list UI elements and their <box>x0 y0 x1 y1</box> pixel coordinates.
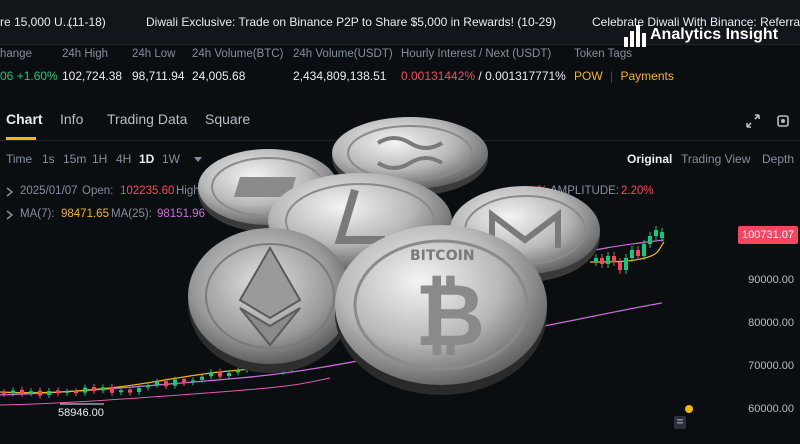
notification-dot-icon <box>685 405 693 413</box>
ethereum-coin-icon <box>188 228 352 373</box>
low-price-marker: 58946.00 <box>58 407 104 419</box>
price-axis: 90000.00 80000.00 70000.00 60000.00 <box>734 172 800 444</box>
price-tick-70000: 70000.00 <box>748 360 794 372</box>
bitcoin-coin-text: BITCOIN <box>410 248 475 264</box>
svg-text:₿: ₿ <box>415 266 485 366</box>
price-tick-90000: 90000.00 <box>748 274 794 286</box>
price-tick-80000: 80000.00 <box>748 317 794 329</box>
chart-widget-icon[interactable] <box>672 412 692 432</box>
current-price-tag: 100731.07 <box>738 226 798 244</box>
price-tick-60000: 60000.00 <box>748 403 794 415</box>
crypto-coins-illustration: BITCOIN ₿ <box>188 117 600 395</box>
bitcoin-coin-icon: BITCOIN ₿ <box>335 225 547 395</box>
